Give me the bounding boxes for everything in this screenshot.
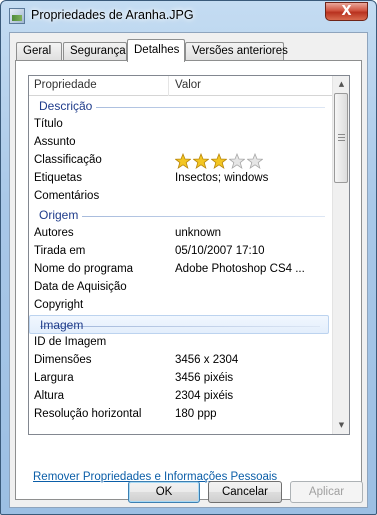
scrollbar-grip — [338, 137, 345, 138]
property-row-tirada-em[interactable]: Tirada em 05/10/2007 17:10 — [29, 243, 333, 261]
dialog-client-area: Geral Segurança Detalhes Versões anterio… — [9, 32, 368, 508]
property-row-assunto[interactable]: Assunto — [29, 134, 333, 152]
property-key: Assunto — [34, 136, 76, 148]
scroll-down-arrow-icon[interactable]: ▼ — [333, 417, 349, 434]
property-row-dimensoes[interactable]: Dimensões 3456 x 2304 — [29, 352, 333, 370]
property-key: Classificação — [34, 154, 102, 166]
details-panel: Propriedade Valor Descrição Título Assun… — [15, 60, 362, 500]
group-name: Origem — [39, 208, 83, 222]
apply-button[interactable]: Aplicar — [290, 481, 363, 503]
property-row-largura[interactable]: Largura 3456 pixéis — [29, 370, 333, 388]
property-value[interactable]: 3456 pixéis — [175, 372, 233, 384]
property-key: Resolução horizontal — [34, 408, 142, 420]
property-key: Comentários — [34, 190, 100, 202]
tab-seguranca[interactable]: Segurança — [63, 42, 127, 61]
star-icon[interactable] — [175, 153, 191, 169]
property-row-resolucao-horizontal[interactable]: Resolução horizontal 180 ppp — [29, 406, 333, 424]
scrollbar-grip — [338, 140, 345, 141]
property-key: Dimensões — [34, 354, 92, 366]
property-value[interactable]: 3456 x 2304 — [175, 354, 238, 366]
scrollbar-grip — [338, 134, 345, 135]
property-value[interactable]: 05/10/2007 17:10 — [175, 245, 265, 257]
scrollbar-thumb[interactable] — [334, 93, 348, 183]
property-key: Copyright — [34, 299, 84, 311]
group-name: Descrição — [39, 99, 97, 113]
grid-header: Propriedade Valor — [29, 76, 333, 96]
property-row-copyright[interactable]: Copyright — [29, 297, 333, 315]
column-divider[interactable] — [168, 76, 169, 96]
group-name: Imagem — [40, 318, 84, 332]
close-icon[interactable]: X — [325, 2, 368, 21]
tab-versoes-anteriores[interactable]: Versões anteriores — [185, 42, 288, 61]
property-key: Data de Aquisição — [34, 281, 127, 293]
star-icon[interactable] — [229, 153, 245, 169]
property-value[interactable]: Insectos; windows — [175, 172, 268, 184]
property-key: Largura — [34, 372, 74, 384]
property-key: Altura — [34, 390, 65, 402]
group-header-descricao: Descrição — [29, 97, 333, 116]
property-row-altura[interactable]: Altura 2304 pixéis — [29, 388, 333, 406]
property-key: Tirada em — [34, 245, 86, 257]
property-key: ID de Imagem — [34, 336, 107, 348]
property-value[interactable]: 180 ppp — [175, 408, 217, 420]
ok-button[interactable]: OK — [128, 481, 200, 503]
property-value[interactable]: 2304 pixéis — [175, 390, 233, 402]
rating-stars[interactable] — [175, 153, 265, 169]
property-key: Nome do programa — [34, 263, 134, 275]
property-key: Título — [34, 118, 63, 130]
tab-geral[interactable]: Geral — [16, 42, 62, 61]
column-header-property[interactable]: Propriedade — [34, 79, 97, 91]
property-row-id-de-imagem[interactable]: ID de Imagem — [29, 334, 333, 352]
grid-rows: Descrição Título Assunto Classificação E… — [29, 97, 333, 424]
property-row-classificacao[interactable]: Classificação — [29, 152, 333, 170]
property-row-autores[interactable]: Autores unknown — [29, 225, 333, 243]
star-icon[interactable] — [247, 153, 263, 169]
property-row-data-de-aquisicao[interactable]: Data de Aquisição — [29, 279, 333, 297]
property-row-titulo[interactable]: Título — [29, 116, 333, 134]
property-row-comentarios[interactable]: Comentários — [29, 188, 333, 206]
star-icon[interactable] — [193, 153, 209, 169]
tab-strip: Geral Segurança Detalhes Versões anterio… — [16, 39, 356, 62]
vertical-scrollbar[interactable]: ▲ ▼ — [332, 76, 349, 434]
group-header-imagem: Imagem — [29, 315, 329, 334]
title-bar[interactable]: Propriedades de Aranha.JPG X — [1, 1, 376, 31]
jpg-image-icon — [9, 8, 25, 24]
scroll-up-arrow-icon[interactable]: ▲ — [333, 76, 349, 93]
group-header-origem: Origem — [29, 206, 333, 225]
column-header-value[interactable]: Valor — [175, 79, 201, 91]
tab-detalhes[interactable]: Detalhes — [127, 39, 185, 62]
property-row-nome-do-programa[interactable]: Nome do programa Adobe Photoshop CS4 ... — [29, 261, 333, 279]
property-row-etiquetas[interactable]: Etiquetas Insectos; windows — [29, 170, 333, 188]
property-key: Autores — [34, 227, 74, 239]
cancel-button[interactable]: Cancelar — [208, 481, 282, 503]
property-value[interactable]: unknown — [175, 227, 221, 239]
window-title: Propriedades de Aranha.JPG — [31, 8, 194, 22]
property-key: Etiquetas — [34, 172, 82, 184]
property-value[interactable]: Adobe Photoshop CS4 ... — [175, 263, 305, 275]
star-icon[interactable] — [211, 153, 227, 169]
properties-window: Propriedades de Aranha.JPG X Geral Segur… — [0, 0, 377, 515]
properties-grid[interactable]: Propriedade Valor Descrição Título Assun… — [28, 75, 350, 435]
